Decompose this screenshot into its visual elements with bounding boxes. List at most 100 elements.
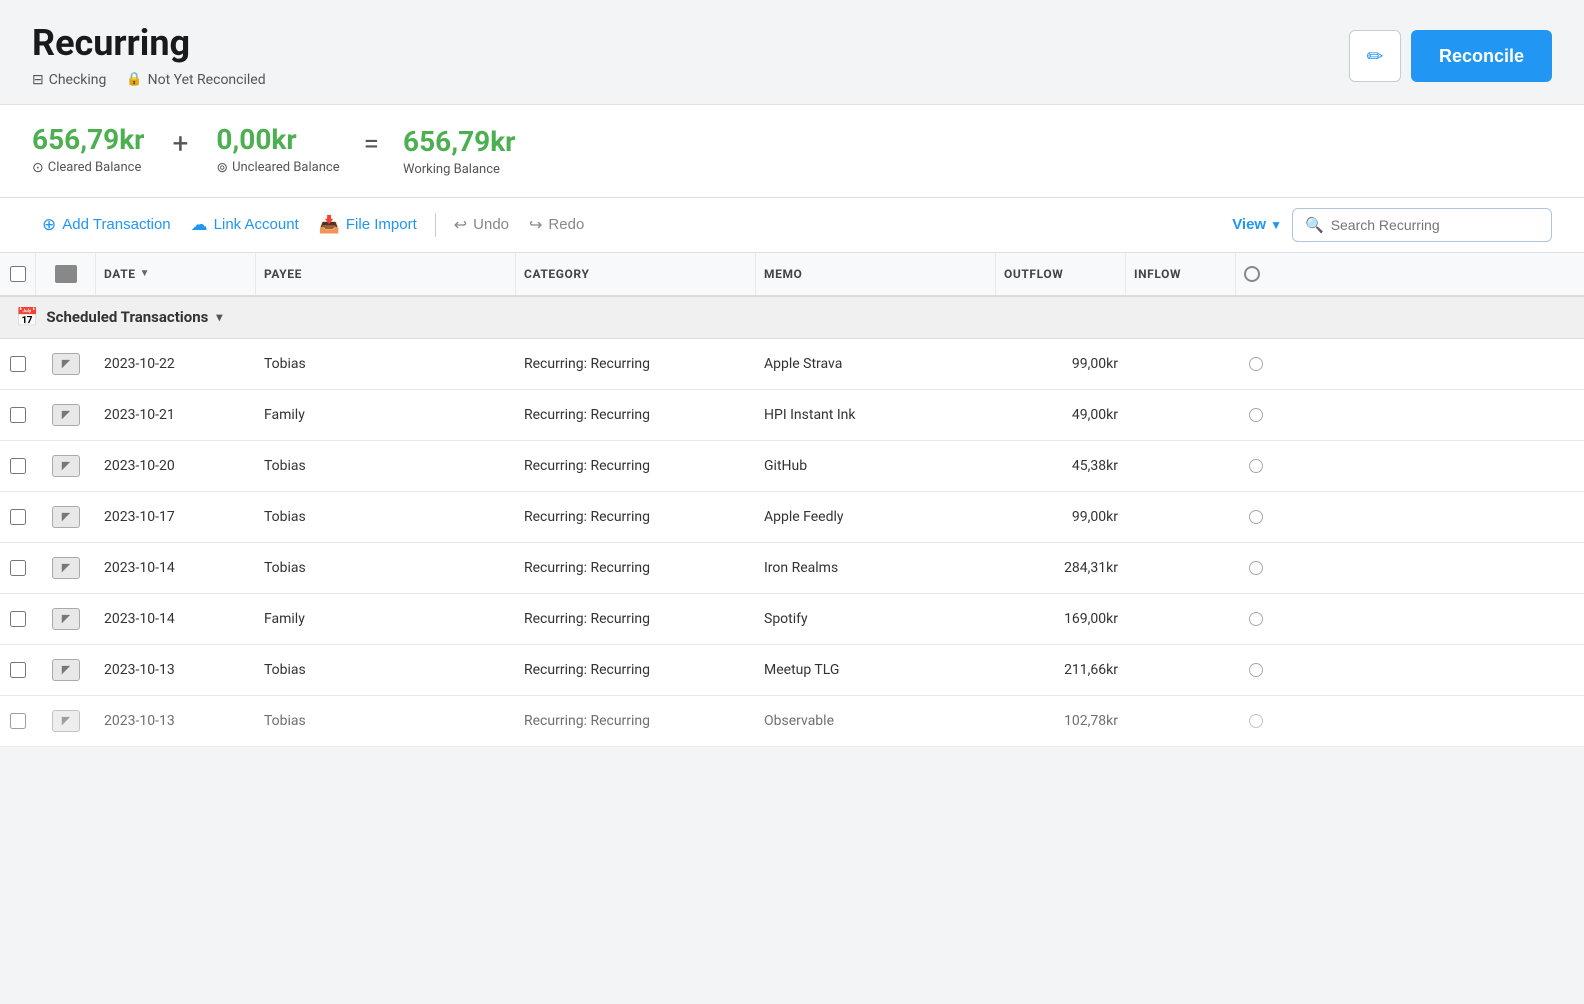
cleared-label: Cleared Balance (48, 160, 142, 175)
row-date: 2023-10-14 (104, 611, 175, 627)
flag-icon[interactable]: ◤ (52, 608, 80, 630)
search-input[interactable] (1331, 217, 1531, 233)
row-category: Recurring: Recurring (524, 713, 650, 729)
row-cleared-cell (1236, 700, 1276, 742)
row-outflow: 45,38kr (1072, 458, 1118, 474)
row-memo-cell: Meetup TLG (756, 648, 996, 692)
row-memo: Apple Feedly (764, 509, 844, 525)
row-date-cell: 2023-10-22 (96, 342, 256, 386)
row-checkbox[interactable] (10, 407, 26, 423)
row-memo-cell: Spotify (756, 597, 996, 641)
flag-arrow: ◤ (62, 714, 70, 727)
cleared-label-row: ⊙ Cleared Balance (32, 160, 144, 176)
flag-col-icon (55, 265, 77, 283)
row-date: 2023-10-17 (104, 509, 175, 525)
row-checkbox[interactable] (10, 458, 26, 474)
view-label: View (1232, 216, 1266, 233)
row-category: Recurring: Recurring (524, 560, 650, 576)
checking-icon: ⊟ (32, 72, 44, 88)
table-row[interactable]: ◤ 2023-10-13 Tobias Recurring: Recurring… (0, 696, 1584, 747)
row-payee-cell: Tobias (256, 648, 516, 692)
table-row[interactable]: ◤ 2023-10-17 Tobias Recurring: Recurring… (0, 492, 1584, 543)
cleared-amount: 656,79kr (32, 125, 144, 156)
select-all-checkbox[interactable] (10, 266, 26, 282)
header-meta: ⊟ Checking 🔒 Not Yet Reconciled (32, 72, 266, 88)
table-row[interactable]: ◤ 2023-10-13 Tobias Recurring: Recurring… (0, 645, 1584, 696)
row-payee-cell: Tobias (256, 699, 516, 743)
th-memo: MEMO (756, 253, 996, 295)
row-outflow: 169,00kr (1064, 611, 1118, 627)
row-category-cell: Recurring: Recurring (516, 699, 756, 743)
search-box[interactable]: 🔍 (1292, 208, 1552, 242)
row-outflow-cell: 169,00kr (996, 597, 1126, 641)
flag-icon[interactable]: ◤ (52, 353, 80, 375)
page-title: Recurring (32, 24, 266, 64)
flag-icon[interactable]: ◤ (52, 404, 80, 426)
row-checkbox[interactable] (10, 713, 26, 729)
undo-button[interactable]: ↩ Undo (444, 209, 519, 241)
flag-icon[interactable]: ◤ (52, 659, 80, 681)
th-date[interactable]: DATE ▼ (96, 253, 256, 295)
table-row[interactable]: ◤ 2023-10-14 Family Recurring: Recurring… (0, 594, 1584, 645)
row-memo: Spotify (764, 611, 808, 627)
row-checkbox[interactable] (10, 611, 26, 627)
flag-icon[interactable]: ◤ (52, 710, 80, 732)
row-payee-cell: Tobias (256, 495, 516, 539)
table-row[interactable]: ◤ 2023-10-20 Tobias Recurring: Recurring… (0, 441, 1584, 492)
row-checkbox[interactable] (10, 509, 26, 525)
flag-arrow: ◤ (62, 561, 70, 574)
inflow-col-label: INFLOW (1134, 267, 1181, 281)
flag-arrow: ◤ (62, 663, 70, 676)
flag-icon[interactable]: ◤ (52, 455, 80, 477)
row-checkbox[interactable] (10, 560, 26, 576)
row-checkbox-cell (0, 597, 36, 641)
redo-button[interactable]: ↪ Redo (519, 209, 594, 241)
add-transaction-button[interactable]: ⊕ Add Transaction (32, 209, 181, 241)
row-payee-cell: Tobias (256, 342, 516, 386)
reconcile-button[interactable]: Reconcile (1411, 30, 1552, 82)
cleared-status-icon (1249, 612, 1263, 626)
working-label: Working Balance (403, 162, 515, 177)
table-row[interactable]: ◤ 2023-10-14 Tobias Recurring: Recurring… (0, 543, 1584, 594)
account-type-label: Checking (49, 72, 107, 88)
row-category-cell: Recurring: Recurring (516, 342, 756, 386)
row-date-cell: 2023-10-14 (96, 597, 256, 641)
chevron-down-icon: ▼ (1270, 218, 1282, 232)
row-memo: HPI Instant Ink (764, 407, 855, 423)
row-inflow-cell (1126, 452, 1236, 480)
reconcile-status-item: 🔒 Not Yet Reconciled (126, 72, 265, 88)
row-flag-cell: ◤ (36, 339, 96, 389)
row-checkbox-cell (0, 546, 36, 590)
row-cleared-cell (1236, 649, 1276, 691)
row-category: Recurring: Recurring (524, 611, 650, 627)
row-inflow-cell (1126, 707, 1236, 735)
add-transaction-label: Add Transaction (62, 216, 170, 233)
scheduled-transactions-group[interactable]: 📅 Scheduled Transactions ▾ (0, 297, 1584, 339)
row-category-cell: Recurring: Recurring (516, 393, 756, 437)
link-account-button[interactable]: ☁ Link Account (181, 209, 309, 241)
toolbar-divider (435, 213, 436, 237)
th-checkbox (0, 253, 36, 295)
transaction-table: DATE ▼ PAYEE CATEGORY MEMO OUTFLOW INFLO… (0, 253, 1584, 747)
row-checkbox[interactable] (10, 356, 26, 372)
file-import-button[interactable]: 📥 File Import (309, 209, 427, 241)
row-date-cell: 2023-10-21 (96, 393, 256, 437)
th-payee: PAYEE (256, 253, 516, 295)
flag-icon[interactable]: ◤ (52, 557, 80, 579)
row-payee: Tobias (264, 509, 306, 525)
file-import-label: File Import (346, 216, 417, 233)
row-outflow: 284,31kr (1064, 560, 1118, 576)
table-row[interactable]: ◤ 2023-10-22 Tobias Recurring: Recurring… (0, 339, 1584, 390)
row-date: 2023-10-21 (104, 407, 175, 423)
row-category: Recurring: Recurring (524, 407, 650, 423)
row-category-cell: Recurring: Recurring (516, 546, 756, 590)
table-row[interactable]: ◤ 2023-10-21 Family Recurring: Recurring… (0, 390, 1584, 441)
plus-separator: + (144, 127, 216, 174)
row-inflow-cell (1126, 656, 1236, 684)
reconcile-status-label: Not Yet Reconciled (148, 72, 266, 88)
flag-icon[interactable]: ◤ (52, 506, 80, 528)
th-flag (36, 253, 96, 295)
row-checkbox[interactable] (10, 662, 26, 678)
view-button[interactable]: View ▼ (1222, 210, 1292, 239)
edit-button[interactable]: ✏ (1349, 30, 1401, 82)
